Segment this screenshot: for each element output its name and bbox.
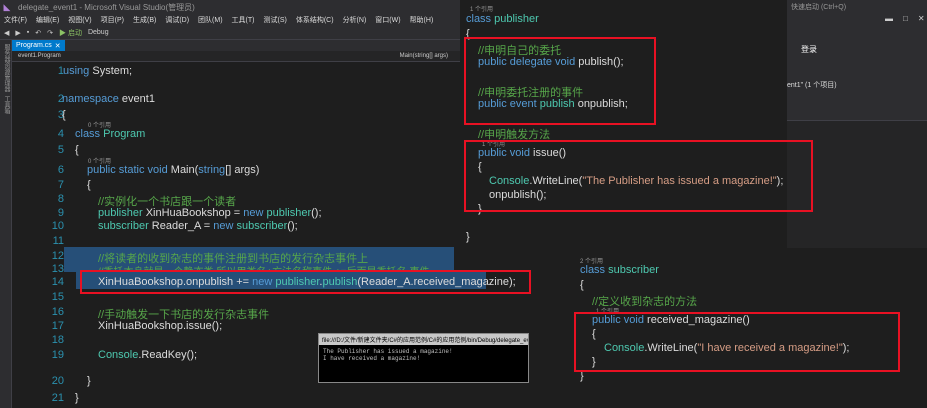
line-number: 6: [57, 164, 64, 176]
line-number: 12: [51, 250, 64, 262]
menu-architecture[interactable]: 体系结构(C): [296, 15, 334, 25]
code-line: subscriber Reader_A = new subscriber();: [98, 220, 298, 232]
menu-file[interactable]: 文件(F): [4, 15, 27, 25]
line-number: 4: [57, 128, 64, 140]
close-icon[interactable]: ✕: [918, 14, 925, 23]
forward-icon[interactable]: ▶: [15, 29, 20, 37]
code-line: using System;: [63, 65, 133, 77]
line-number: 13: [51, 263, 64, 275]
line-number: 15: [51, 291, 64, 303]
line-number: 5: [57, 144, 64, 156]
toolbox-tab[interactable]: 工具箱: [2, 96, 11, 114]
code-line: public static void Main(string[] args): [87, 164, 260, 176]
console-title-bar[interactable]: file:///D:/文件/新建文件夹/C#的应用范例/C#的应用范例/bin/…: [319, 334, 528, 345]
code-line: Console.ReadKey();: [98, 349, 198, 361]
code-line: {: [87, 179, 91, 191]
window-title: delegate_event1 - Microsoft Visual Studi…: [18, 2, 195, 12]
code-line: {: [75, 144, 79, 156]
highlight-box-delegate-event: [464, 37, 656, 125]
code-line: {: [580, 279, 584, 291]
menu-debug[interactable]: 调试(D): [165, 15, 189, 25]
redo-icon[interactable]: ↷: [47, 29, 53, 37]
menu-edit[interactable]: 编辑(E): [36, 15, 59, 25]
line-number: 7: [57, 179, 64, 191]
highlight-box-received-method: [574, 312, 900, 372]
code-line: class publisher: [466, 13, 539, 25]
configuration-dropdown[interactable]: Debug: [88, 29, 109, 36]
console-line: The Publisher has issued a magazine!: [323, 348, 453, 355]
code-line: }: [87, 375, 91, 387]
menu-test[interactable]: 测试(S): [264, 15, 287, 25]
line-number: 2: [57, 93, 64, 105]
quick-launch-input[interactable]: 快速启动 (Ctrl+Q): [791, 2, 846, 12]
tab-program-cs[interactable]: Program.cs ✕: [12, 40, 65, 51]
code-line: publisher XinHuaBookshop = new publisher…: [98, 207, 322, 219]
tab-close-icon[interactable]: ✕: [55, 42, 61, 50]
reference-count[interactable]: 1 个引用: [470, 4, 493, 13]
highlight-box-issue-method: [464, 140, 813, 212]
navigation-bar: event1.Program Main(string[] args): [12, 51, 460, 62]
menu-help[interactable]: 帮助(H): [410, 15, 434, 25]
line-number: 19: [51, 349, 64, 361]
console-line: I have received a magazine!: [323, 355, 421, 362]
code-line: }: [75, 392, 79, 404]
menu-project[interactable]: 项目(P): [101, 15, 124, 25]
line-number: 14: [51, 276, 64, 288]
console-window[interactable]: file:///D:/文件/新建文件夹/C#的应用范例/C#的应用范例/bin/…: [318, 333, 529, 383]
code-line: namespace event1: [62, 93, 155, 105]
line-number: 10: [51, 220, 64, 232]
code-line: {: [62, 109, 66, 121]
tab-label: Program.cs: [16, 42, 52, 49]
line-number: 20: [51, 375, 64, 387]
visual-studio-logo-icon: ◣: [3, 1, 11, 12]
member-dropdown[interactable]: Main(string[] args): [400, 53, 448, 59]
menu-window[interactable]: 窗口(W): [375, 15, 400, 25]
left-tool-strip: 服务器资源管理器 工具箱: [0, 40, 12, 408]
code-line: class subscriber: [580, 264, 659, 276]
menu-build[interactable]: 生成(B): [133, 15, 156, 25]
type-dropdown[interactable]: event1.Program: [18, 53, 61, 59]
highlight-box-event-registration: [80, 270, 531, 294]
menu-tools[interactable]: 工具(T): [232, 15, 255, 25]
line-number: 21: [51, 392, 64, 404]
back-icon[interactable]: ◀: [4, 29, 9, 37]
line-number: 18: [51, 334, 64, 346]
undo-icon[interactable]: ↶: [35, 29, 41, 37]
solution-explorer-item[interactable]: ent1" (1 个项目): [787, 80, 837, 90]
line-number: 3: [57, 109, 64, 121]
line-number: 16: [51, 306, 64, 318]
minimize-icon[interactable]: ▬: [885, 14, 893, 23]
menu-view[interactable]: 视图(V): [68, 15, 91, 25]
save-icon[interactable]: ▪: [27, 29, 29, 36]
line-number: 11: [52, 235, 64, 247]
line-number: 8: [57, 193, 64, 205]
code-line: }: [466, 231, 470, 243]
maximize-icon[interactable]: □: [903, 14, 908, 23]
line-number: 9: [57, 207, 64, 219]
window-controls: ▬ □ ✕: [885, 14, 925, 23]
publisher-code-panel: 1 个引用 class publisher { //申明自己的委托 public…: [460, 0, 813, 246]
console-output: The Publisher has issued a magazine! I ha…: [319, 345, 528, 365]
line-number: 17: [51, 320, 64, 332]
start-debugging-button[interactable]: ▶ 启动: [59, 28, 82, 38]
code-line: XinHuaBookshop.issue();: [98, 320, 223, 332]
server-explorer-tab[interactable]: 服务器资源管理器: [2, 44, 11, 92]
document-tab-bar: Program.cs ✕: [12, 40, 460, 51]
sign-in-label[interactable]: 登录: [801, 44, 817, 55]
line-number: 1: [57, 65, 64, 77]
code-line: class Program: [75, 128, 146, 140]
subscriber-code-panel: 2 个引用 class subscriber { //定义收到杂志的方法 1 个…: [570, 248, 927, 408]
menu-team[interactable]: 团队(M): [198, 15, 223, 25]
menu-analyze[interactable]: 分析(N): [343, 15, 367, 25]
